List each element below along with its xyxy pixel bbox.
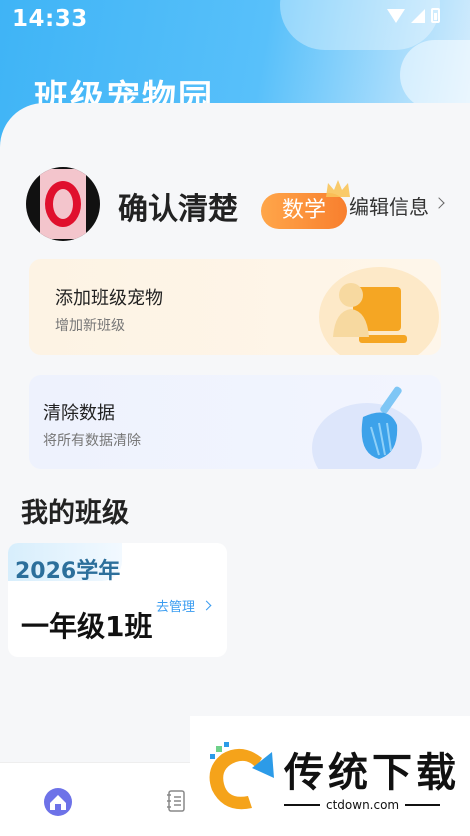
crown-icon	[326, 180, 350, 197]
class-name: 一年级1班	[21, 610, 153, 643]
class-card[interactable]: 2026学年 一年级1班 去管理	[8, 543, 227, 657]
avatar[interactable]	[26, 167, 100, 241]
card-subtitle: 将所有数据清除	[43, 433, 141, 449]
status-time: 14:33	[12, 6, 88, 32]
card-title: 添加班级宠物	[55, 288, 163, 309]
watermark-text: 传统下载	[284, 750, 460, 796]
add-class-pet-card[interactable]: 添加班级宠物 增加新班级	[29, 259, 441, 355]
manage-class-button[interactable]: 去管理	[156, 596, 212, 615]
chevron-right-icon	[433, 196, 445, 209]
chevron-right-icon	[201, 600, 212, 611]
card-title: 清除数据	[43, 403, 115, 424]
section-title-my-classes: 我的班级	[21, 498, 129, 529]
home-icon[interactable]	[42, 786, 74, 816]
class-year: 2026学年	[15, 559, 121, 584]
wifi-icon	[387, 8, 405, 23]
edit-info-button[interactable]: 编辑信息	[349, 191, 445, 220]
manage-label: 去管理	[156, 600, 196, 615]
card-subtitle: 增加新班级	[55, 318, 125, 334]
clear-data-card[interactable]: 清除数据 将所有数据清除	[29, 375, 441, 469]
signal-icon	[411, 8, 425, 23]
status-icons	[387, 8, 440, 23]
watermark-url: ctdown.com	[320, 798, 406, 812]
notebook-icon[interactable]	[166, 790, 186, 812]
user-name: 确认清楚	[118, 192, 238, 227]
ctdown-logo-icon	[209, 742, 274, 810]
broom-icon	[361, 386, 402, 459]
cloud-decoration	[400, 40, 470, 110]
watermark: 传统下载 ctdown.com	[190, 716, 470, 836]
teacher-board-icon	[333, 283, 407, 343]
battery-icon	[431, 8, 440, 23]
edit-info-label: 编辑信息	[349, 195, 429, 219]
status-bar: 14:33	[0, 0, 470, 40]
